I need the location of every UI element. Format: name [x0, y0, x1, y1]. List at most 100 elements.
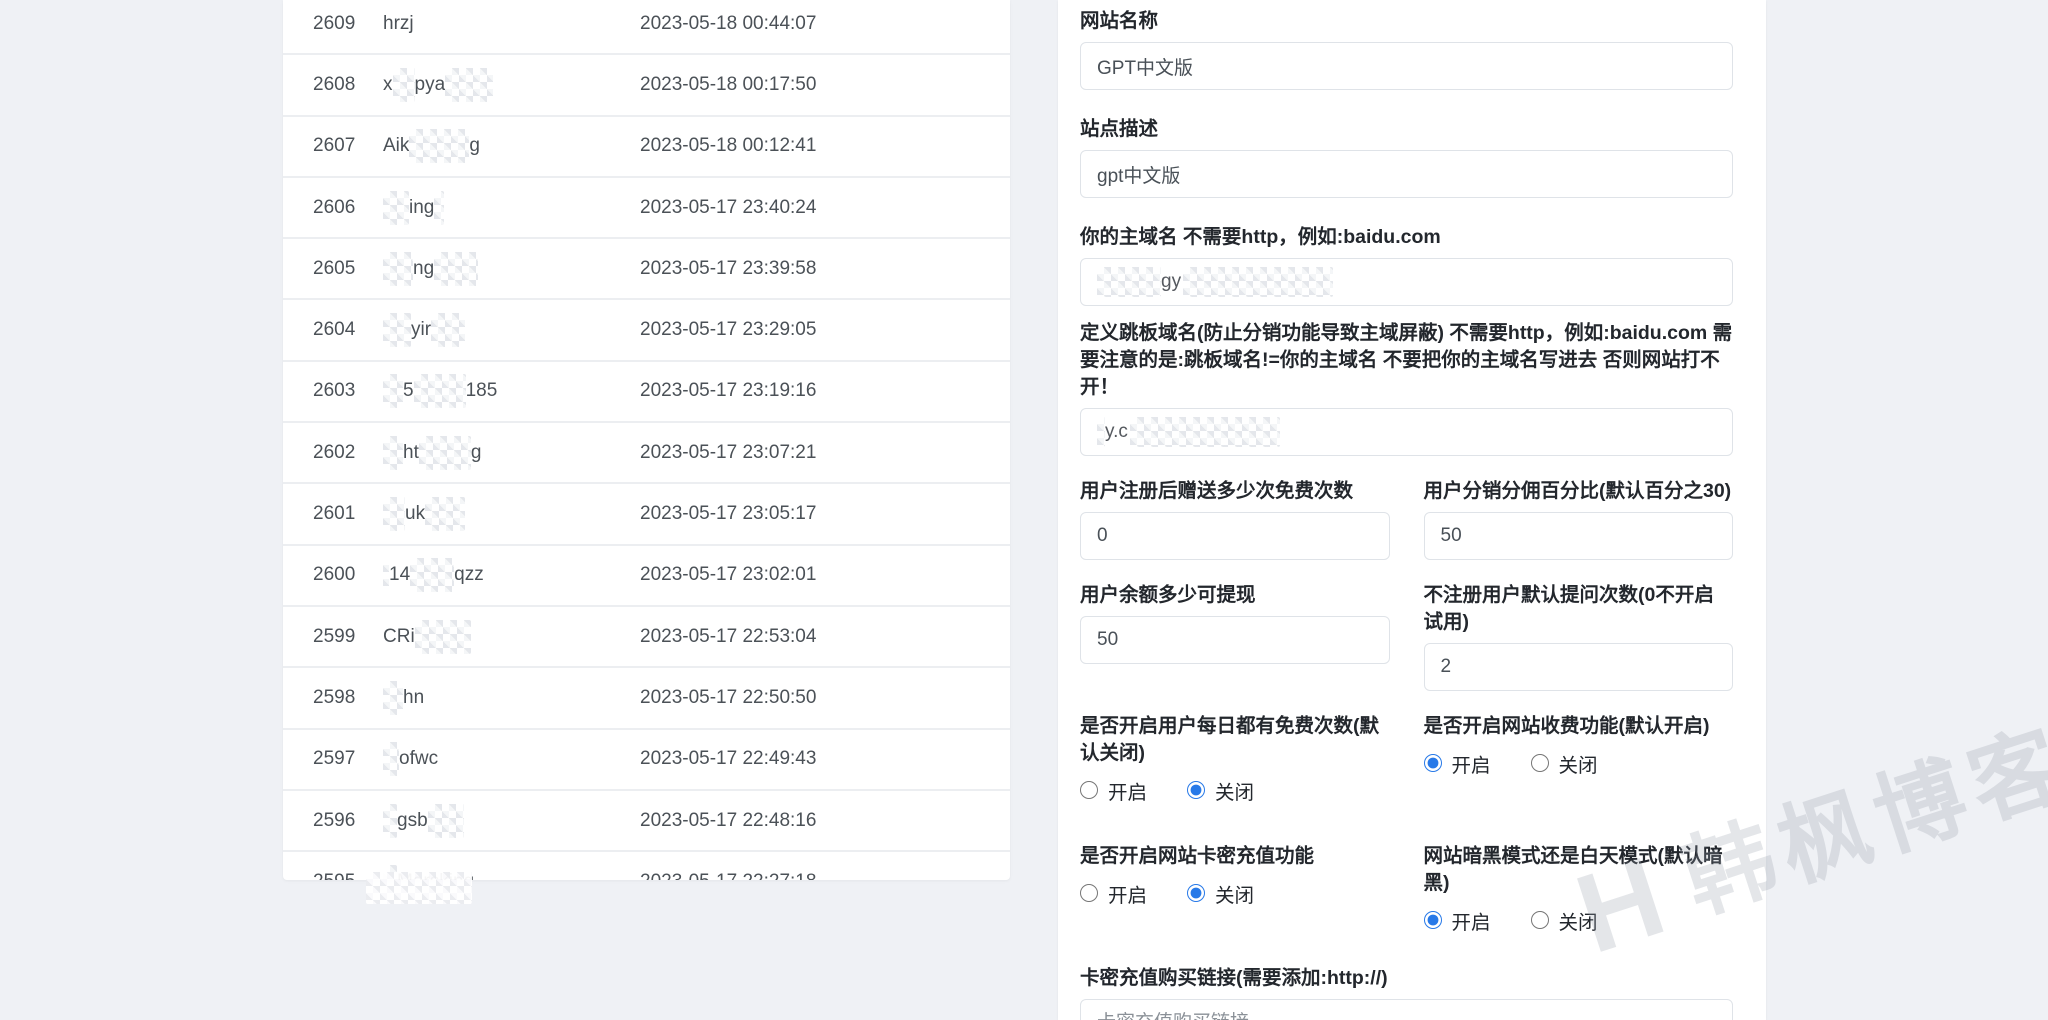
text-fragment: uk: [405, 503, 425, 525]
charge-enable-field: 是否开启网站收费功能(默认开启) 开启关闭: [1424, 713, 1734, 805]
row-created-time: 2023-05-17 23:19:16: [640, 380, 816, 402]
text-fragment: qzz: [454, 564, 484, 586]
text-fragment: g: [471, 442, 482, 464]
commission-input[interactable]: [1424, 512, 1734, 560]
privacy-blur: [383, 742, 399, 776]
text-fragment: yir: [411, 319, 431, 341]
table-row[interactable]: 2596gsb2023-05-17 22:48:16: [283, 791, 1010, 852]
row-id: 2600: [313, 564, 355, 586]
row-created-time: 2023-05-18 00:17:50: [640, 74, 816, 96]
text-fragment: ng: [413, 258, 434, 280]
table-row[interactable]: 2599 CRi 2023-05-17 22:53:04: [283, 607, 1010, 668]
radio-option-daily_free-0[interactable]: 开启: [1080, 776, 1147, 805]
table-row[interactable]: 2597ofwc2023-05-17 22:49:43: [283, 730, 1010, 791]
row-id: 2599: [313, 626, 355, 648]
row-created-time: 2023-05-17 23:39:58: [640, 258, 816, 280]
radio-option-daily_free-1[interactable]: 关闭: [1187, 776, 1254, 805]
page-canvas: 2609hrzj2023-05-18 00:44:072608xpya2023-…: [0, 0, 2048, 1020]
table-row[interactable]: 2601uk2023-05-17 23:05:17: [283, 484, 1010, 545]
radio-input[interactable]: [1080, 884, 1098, 902]
row-username: htg: [383, 436, 481, 470]
row-username: 14qzz: [383, 558, 484, 592]
table-row[interactable]: 2605ng2023-05-17 23:39:58: [283, 239, 1010, 300]
radio-option-card_recharge-0[interactable]: 开启: [1080, 879, 1147, 908]
row-id: 2598: [313, 687, 355, 709]
radio-label: 关闭: [1559, 906, 1598, 935]
withdraw-min-field: 用户余额多少可提现: [1080, 582, 1390, 691]
table-row[interactable]: 2604yir2023-05-17 23:29:05: [283, 300, 1010, 361]
radio-label: 关闭: [1559, 749, 1598, 778]
row-username: hrzj: [383, 13, 414, 35]
table-row[interactable]: 2608xpya2023-05-18 00:17:50: [283, 55, 1010, 116]
row-id: 2597: [313, 748, 355, 770]
privacy-blur: [409, 129, 469, 163]
radio-option-charge_enable-0[interactable]: 开启: [1424, 749, 1491, 778]
radio-input[interactable]: [1187, 884, 1205, 902]
site-name-label: 网站名称: [1080, 8, 1733, 35]
privacy-blur: [1130, 417, 1280, 447]
radio-option-charge_enable-1[interactable]: 关闭: [1531, 749, 1598, 778]
privacy-blur: [383, 191, 409, 225]
table-row[interactable]: 2607Aikg2023-05-18 00:12:41: [283, 117, 1010, 178]
card-recharge-radio-group: 开启 关闭: [1080, 878, 1390, 908]
dark-mode-label: 网站暗黑模式还是白天模式(默认暗黑): [1424, 843, 1734, 897]
table-row[interactable]: 2600 14qzz 2023-05-17 23:02:01: [283, 546, 1010, 607]
privacy-blur: [425, 497, 465, 531]
row-username: xpya: [383, 68, 493, 102]
table-row[interactable]: 2602htg2023-05-17 23:07:21: [283, 423, 1010, 484]
table-row[interactable]: 260351852023-05-17 23:19:16: [283, 362, 1010, 423]
privacy-blur: [419, 436, 471, 470]
radio-option-card_recharge-1[interactable]: 关闭: [1187, 879, 1254, 908]
jump-domain-input[interactable]: y.c: [1080, 408, 1733, 456]
privacy-blur: [431, 313, 465, 347]
card-link-input[interactable]: [1080, 999, 1733, 1020]
radio-label: 开启: [1452, 906, 1491, 935]
guest-tries-input[interactable]: [1424, 643, 1734, 691]
radio-input[interactable]: [1187, 781, 1205, 799]
site-name-input[interactable]: [1080, 42, 1733, 90]
radio-input[interactable]: [1080, 781, 1098, 799]
withdraw-min-input[interactable]: [1080, 616, 1390, 664]
row-id: 2603: [313, 380, 355, 402]
radio-input[interactable]: [1424, 911, 1442, 929]
row-id: 2595: [313, 871, 355, 880]
privacy-blur-strip: [366, 872, 472, 904]
commission-label: 用户分销分佣百分比(默认百分之30): [1424, 478, 1734, 505]
daily-free-radio-group: 开启 关闭: [1080, 775, 1390, 805]
radio-option-dark_mode-1[interactable]: 关闭: [1531, 906, 1598, 935]
row-id: 2606: [313, 197, 355, 219]
text-fragment: Aik: [383, 135, 409, 157]
radio-label: 开启: [1452, 749, 1491, 778]
site-desc-input[interactable]: [1080, 150, 1733, 198]
row-created-time: 2023-05-17 23:05:17: [640, 503, 816, 525]
row-created-time: 2023-05-17 22:50:50: [640, 687, 816, 709]
row-username: CRi: [383, 620, 471, 654]
radio-input[interactable]: [1531, 911, 1549, 929]
row-created-time: 2023-05-17 23:29:05: [640, 319, 816, 341]
guest-tries-field: 不注册用户默认提问次数(0不开启试用): [1424, 582, 1734, 691]
privacy-blur: [383, 497, 405, 531]
privacy-blur: [428, 804, 464, 838]
privacy-blur: [410, 558, 454, 592]
radio-input[interactable]: [1531, 754, 1549, 772]
table-row[interactable]: 2609hrzj2023-05-18 00:44:07: [283, 0, 1010, 55]
free-times-input[interactable]: [1080, 512, 1390, 560]
table-row[interactable]: 2606ing2023-05-17 23:40:24: [283, 178, 1010, 239]
privacy-blur: [383, 681, 403, 715]
settings-form-panel: 网站名称 站点描述 你的主域名 不需要http，例如:baidu.com gy …: [1058, 0, 1766, 1020]
radio-input[interactable]: [1424, 754, 1442, 772]
row-created-time: 2023-05-18 00:12:41: [640, 135, 816, 157]
row-created-time: 2023-05-17 23:02:01: [640, 564, 816, 586]
row-created-time: 2023-05-17 22:53:04: [640, 626, 816, 648]
radio-option-dark_mode-0[interactable]: 开启: [1424, 906, 1491, 935]
text-fragment: CRi: [383, 626, 415, 648]
main-domain-input[interactable]: gy: [1080, 258, 1733, 306]
row-username: uk: [383, 497, 465, 531]
guest-tries-label: 不注册用户默认提问次数(0不开启试用): [1424, 582, 1734, 636]
site-desc-label: 站点描述: [1080, 116, 1733, 143]
free-times-commission-row: 用户注册后赠送多少次免费次数 用户分销分佣百分比(默认百分之30): [1080, 478, 1733, 560]
table-row[interactable]: 2598hn2023-05-17 22:50:50: [283, 668, 1010, 729]
daily-free-label: 是否开启用户每日都有免费次数(默认关闭): [1080, 713, 1390, 767]
row-id: 2602: [313, 442, 355, 464]
privacy-blur: [1183, 267, 1333, 297]
